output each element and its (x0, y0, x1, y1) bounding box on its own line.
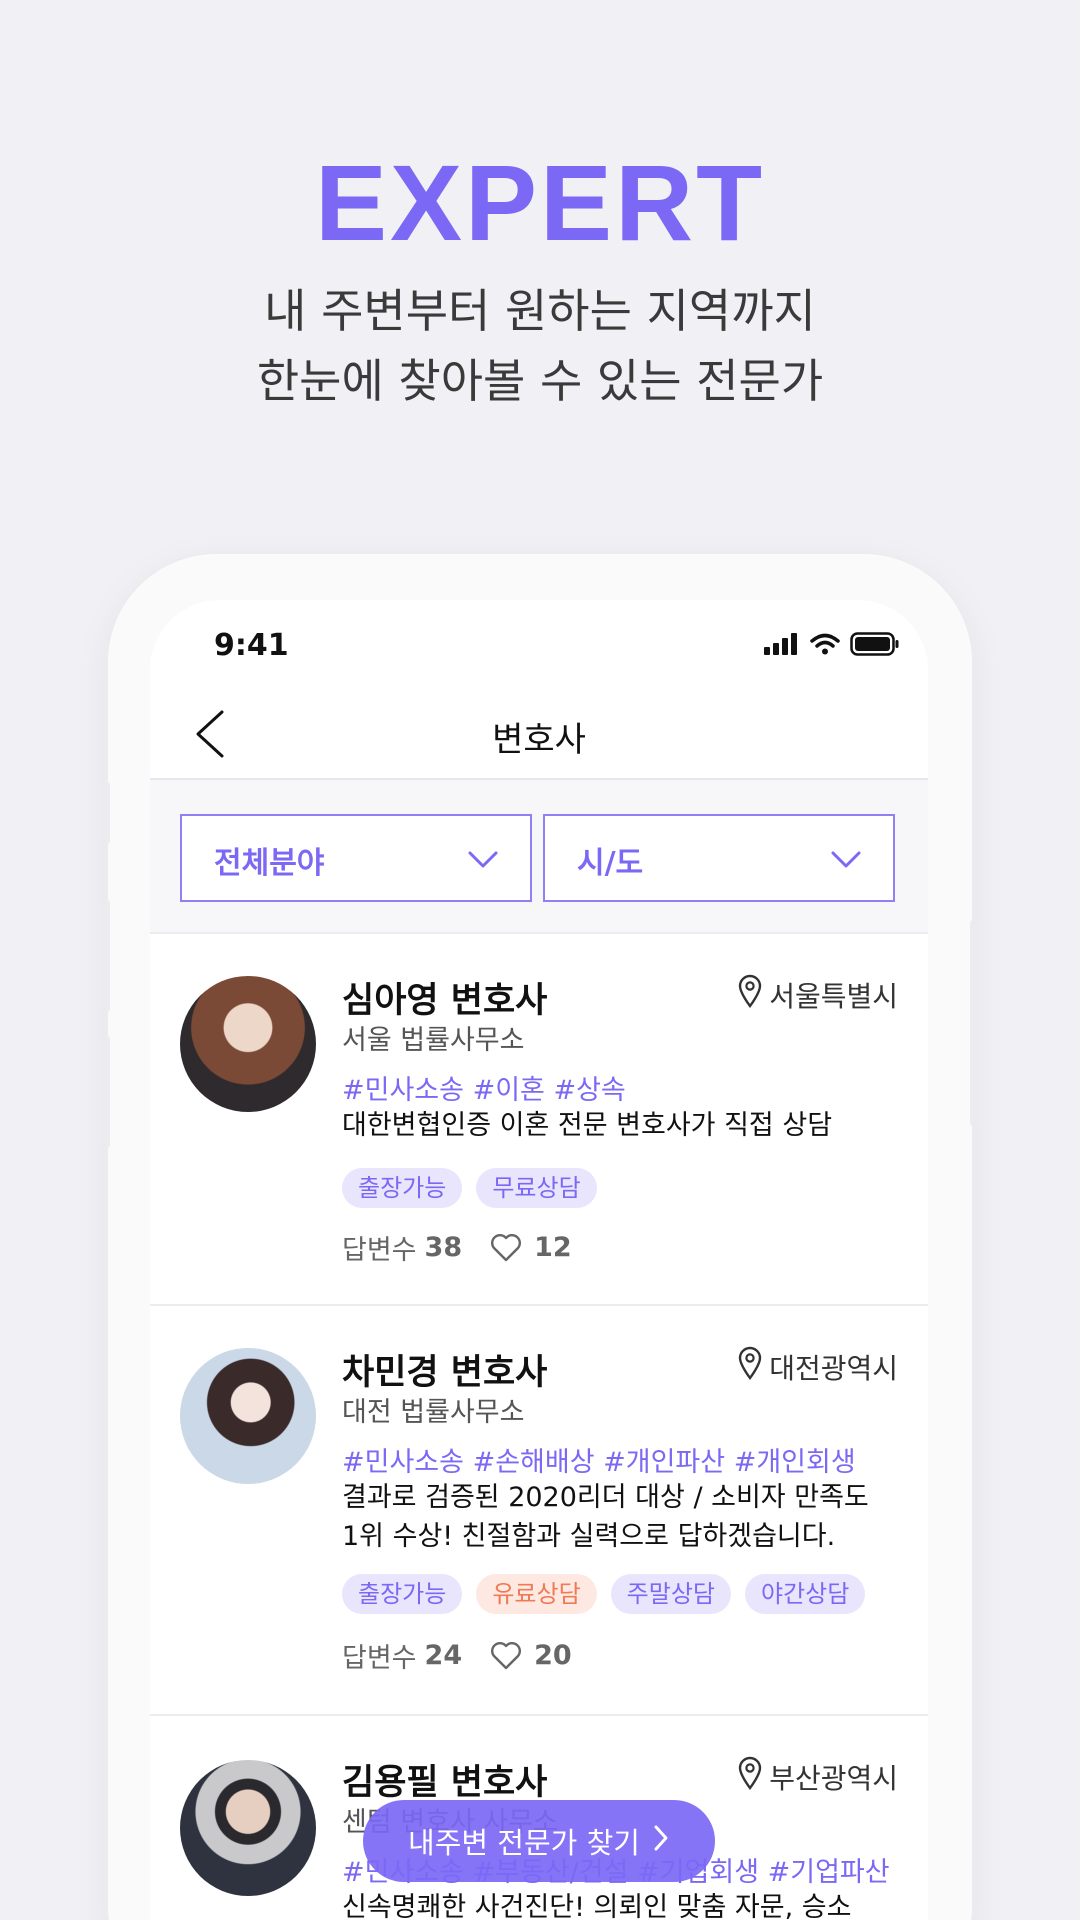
chevron-right-icon (652, 1823, 670, 1860)
chevron-down-icon (829, 842, 863, 880)
page-title: 변호사 (492, 720, 586, 760)
badge-list: 출장가능 무료상담 (342, 1168, 597, 1208)
location-text: 부산광역시 (769, 1761, 898, 1795)
status-time: 9:41 (214, 628, 289, 663)
likes-count: 12 (534, 1232, 572, 1263)
map-pin-icon (737, 974, 763, 1015)
heart-icon[interactable] (490, 1641, 522, 1671)
answers-count: 24 (424, 1640, 463, 1671)
specialty-tags: #민사소송 #손해배상 #개인파산 #개인회생 (342, 1447, 856, 1478)
status-bar: 9:41 (150, 628, 928, 668)
likes-count: 20 (534, 1640, 572, 1671)
location: 서울특별시 (737, 974, 898, 1015)
lawyer-name: 심아영 변호사 (342, 981, 548, 1021)
signal-icon (764, 633, 800, 659)
firm-name: 서울 법률사무소 (342, 1025, 525, 1056)
lawyer-description: 결과로 검증된 2020리더 대상 / 소비자 만족도 1위 수상! 친절함과 … (342, 1478, 902, 1556)
filter-bar: 전체분야 시/도 (150, 778, 928, 934)
badge: 주말상담 (610, 1574, 731, 1614)
location: 대전광역시 (737, 1346, 898, 1387)
avatar (180, 1348, 316, 1484)
nav-bar: 변호사 (150, 690, 928, 780)
answers-label: 답변수 (342, 1643, 417, 1674)
answers-label: 답변수 (342, 1235, 417, 1266)
location: 부산광역시 (737, 1756, 898, 1797)
find-nearby-label: 내주변 전문가 찾기 (408, 1826, 640, 1860)
hero-subtitle-line: 내 주변부터 원하는 지역까지 (264, 284, 816, 338)
chevron-down-icon (466, 842, 500, 880)
answers-count: 38 (424, 1232, 463, 1263)
map-pin-icon (737, 1756, 763, 1797)
phone-side-button (102, 1036, 110, 1148)
location-text: 서울특별시 (769, 979, 898, 1013)
firm-name: 대전 법률사무소 (342, 1397, 525, 1428)
lawyer-card[interactable]: 차민경 변호사 대전광역시 대전 법률사무소 #민사소송 #손해배상 #개인파산… (150, 1306, 928, 1716)
badge: 출장가능 (342, 1168, 463, 1208)
region-filter-label: 시/도 (577, 846, 644, 881)
badge-paid: 유료상담 (476, 1574, 597, 1614)
lawyer-name: 김용필 변호사 (342, 1763, 548, 1803)
badge-list: 출장가능 유료상담 주말상담 야간상담 (342, 1574, 866, 1614)
hero-subtitle: 내 주변부터 원하는 지역까지 한눈에 찾아볼 수 있는 전문가 (0, 276, 1080, 416)
lawyer-card[interactable]: 심아영 변호사 서울특별시 서울 법률사무소 #민사소송 #이혼 #상속 대한변… (150, 934, 928, 1306)
avatar (180, 1760, 316, 1896)
location-text: 대전광역시 (769, 1351, 898, 1385)
field-filter-select[interactable]: 전체분야 (180, 814, 532, 902)
map-pin-icon (737, 1346, 763, 1387)
badge: 무료상담 (476, 1168, 597, 1208)
badge: 출장가능 (342, 1574, 463, 1614)
avatar (180, 976, 316, 1112)
lawyer-name: 차민경 변호사 (342, 1353, 548, 1393)
battery-icon (850, 632, 900, 660)
specialty-tags: #민사소송 #이혼 #상속 (342, 1075, 626, 1106)
card-stats: 답변수 38 12 (342, 1228, 572, 1267)
hero-subtitle-line: 한눈에 찾아볼 수 있는 전문가 (256, 354, 824, 408)
lawyer-description: 대한변협인증 이혼 전문 변호사가 직접 상담 (342, 1110, 833, 1141)
field-filter-label: 전체분야 (214, 846, 325, 881)
region-filter-select[interactable]: 시/도 (543, 814, 895, 902)
phone-side-button (102, 782, 110, 844)
lawyer-description: 신속명쾌한 사건진단! 의뢰인 맞춤 자문, 승소 (342, 1892, 852, 1920)
phone-screen: 9:41 변호사 전체분야 시/도 심아영 변호사 서울특별시 서울 법률사무소… (150, 600, 928, 1920)
phone-side-button (970, 920, 978, 1126)
phone-side-button (102, 900, 110, 1012)
status-icons (764, 632, 900, 660)
badge: 야간상담 (744, 1574, 866, 1614)
find-nearby-expert-button[interactable]: 내주변 전문가 찾기 (363, 1800, 715, 1882)
heart-icon[interactable] (490, 1233, 522, 1263)
description-line: 1위 수상! 친절함과 실력으로 답하겠습니다. (342, 1521, 836, 1552)
hero-title: EXPERT (314, 142, 766, 263)
wifi-icon (810, 633, 840, 659)
description-line: 결과로 검증된 2020리더 대상 / 소비자 만족도 (342, 1482, 869, 1513)
card-stats: 답변수 24 20 (342, 1636, 572, 1675)
